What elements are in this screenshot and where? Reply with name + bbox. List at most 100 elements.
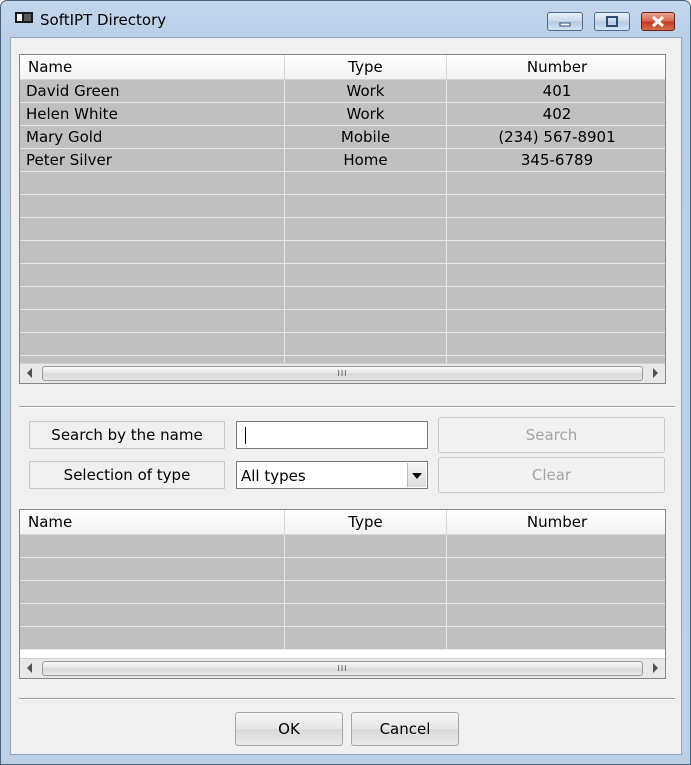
cell-number: 401 xyxy=(542,82,572,100)
directory-window: SoftIPT Directory Name Type Number David… xyxy=(0,0,691,765)
cell-name: Mary Gold xyxy=(20,126,285,148)
scrollbar-thumb[interactable]: III xyxy=(42,366,643,381)
minimize-button[interactable] xyxy=(547,12,583,31)
phone-book-icon xyxy=(15,12,33,23)
directory-grid: Name Type Number David Green Work 401 He… xyxy=(19,54,666,384)
empty-cell xyxy=(447,264,665,286)
maximize-icon xyxy=(606,16,618,27)
empty-cell xyxy=(20,310,285,332)
minimize-icon xyxy=(559,22,571,27)
scrollbar-grip: III xyxy=(337,369,348,378)
empty-row xyxy=(20,535,665,558)
empty-cell xyxy=(447,172,665,194)
scroll-right-icon[interactable] xyxy=(653,368,658,378)
empty-cell xyxy=(447,581,665,603)
cell-number: 402 xyxy=(542,105,572,123)
empty-cell xyxy=(285,195,447,217)
empty-cell xyxy=(285,172,447,194)
results-grid: Name Type Number III xyxy=(19,509,666,679)
empty-cell xyxy=(285,310,447,332)
empty-cell xyxy=(285,535,447,557)
empty-cell xyxy=(20,195,285,217)
cell-type: Mobile xyxy=(285,126,447,148)
cell-number: (234) 567-8901 xyxy=(498,128,616,146)
empty-cell xyxy=(447,333,665,355)
empty-row xyxy=(20,558,665,581)
empty-row xyxy=(20,241,665,264)
chevron-down-icon xyxy=(412,473,422,479)
empty-cell xyxy=(447,195,665,217)
results-horizontal-scrollbar[interactable]: III xyxy=(20,658,665,678)
table-row[interactable]: Peter Silver Home 345-6789 xyxy=(20,149,665,172)
search-button[interactable]: Search xyxy=(438,417,665,453)
empty-row xyxy=(20,581,665,604)
empty-cell xyxy=(285,627,447,649)
scroll-left-icon[interactable] xyxy=(27,368,32,378)
empty-cell xyxy=(285,604,447,626)
column-header-name[interactable]: Name xyxy=(20,55,285,79)
directory-header: Name Type Number xyxy=(20,55,665,80)
ok-button[interactable]: OK xyxy=(235,712,343,746)
table-row[interactable]: David Green Work 401 xyxy=(20,80,665,103)
empty-row xyxy=(20,195,665,218)
empty-cell xyxy=(285,287,447,309)
close-button[interactable] xyxy=(641,12,675,31)
scroll-right-icon[interactable] xyxy=(653,663,658,673)
separator xyxy=(19,698,675,700)
empty-row xyxy=(20,172,665,195)
empty-cell xyxy=(20,264,285,286)
empty-cell xyxy=(447,310,665,332)
empty-row xyxy=(20,264,665,287)
empty-cell xyxy=(285,241,447,263)
clear-button[interactable]: Clear xyxy=(438,457,665,493)
empty-row xyxy=(20,333,665,356)
column-header-number[interactable]: Number xyxy=(447,510,665,534)
empty-row xyxy=(20,310,665,333)
empty-cell xyxy=(447,241,665,263)
empty-cell xyxy=(20,333,285,355)
scroll-left-icon[interactable] xyxy=(27,663,32,673)
results-header: Name Type Number xyxy=(20,510,665,535)
search-input[interactable] xyxy=(236,421,428,449)
table-row[interactable]: Helen White Work 402 xyxy=(20,103,665,126)
empty-cell xyxy=(20,604,285,626)
close-icon xyxy=(651,15,665,28)
title-bar[interactable]: SoftIPT Directory xyxy=(1,1,690,37)
window-title: SoftIPT Directory xyxy=(40,11,167,29)
cell-number: 345-6789 xyxy=(520,151,594,169)
scrollbar-grip: III xyxy=(337,664,348,673)
empty-row xyxy=(20,604,665,627)
column-header-name[interactable]: Name xyxy=(20,510,285,534)
empty-cell xyxy=(285,333,447,355)
cell-type: Work xyxy=(285,103,447,125)
empty-row xyxy=(20,218,665,241)
directory-horizontal-scrollbar[interactable]: III xyxy=(20,363,665,383)
maximize-button[interactable] xyxy=(594,12,630,31)
empty-cell xyxy=(20,241,285,263)
text-caret xyxy=(245,427,246,444)
scrollbar-thumb[interactable]: III xyxy=(42,661,643,676)
cell-name: Peter Silver xyxy=(20,149,285,171)
cancel-button[interactable]: Cancel xyxy=(351,712,459,746)
cell-name: David Green xyxy=(20,80,285,102)
empty-cell xyxy=(20,218,285,240)
empty-cell xyxy=(285,558,447,580)
empty-row xyxy=(20,627,665,650)
empty-cell xyxy=(447,558,665,580)
column-header-type[interactable]: Type xyxy=(285,55,447,79)
empty-cell xyxy=(447,535,665,557)
column-header-number[interactable]: Number xyxy=(447,55,665,79)
empty-cell xyxy=(447,287,665,309)
cell-type: Home xyxy=(285,149,447,171)
results-rows xyxy=(20,535,665,650)
table-row[interactable]: Mary Gold Mobile (234) 567-8901 xyxy=(20,126,665,149)
type-select-value: All types xyxy=(241,467,306,485)
type-select[interactable]: All types xyxy=(236,461,428,489)
directory-rows: David Green Work 401 Helen White Work 40… xyxy=(20,80,665,379)
empty-cell xyxy=(20,535,285,557)
cell-name: Helen White xyxy=(20,103,285,125)
column-header-type[interactable]: Type xyxy=(285,510,447,534)
dropdown-button[interactable] xyxy=(407,463,426,487)
empty-cell xyxy=(447,627,665,649)
empty-cell xyxy=(285,581,447,603)
